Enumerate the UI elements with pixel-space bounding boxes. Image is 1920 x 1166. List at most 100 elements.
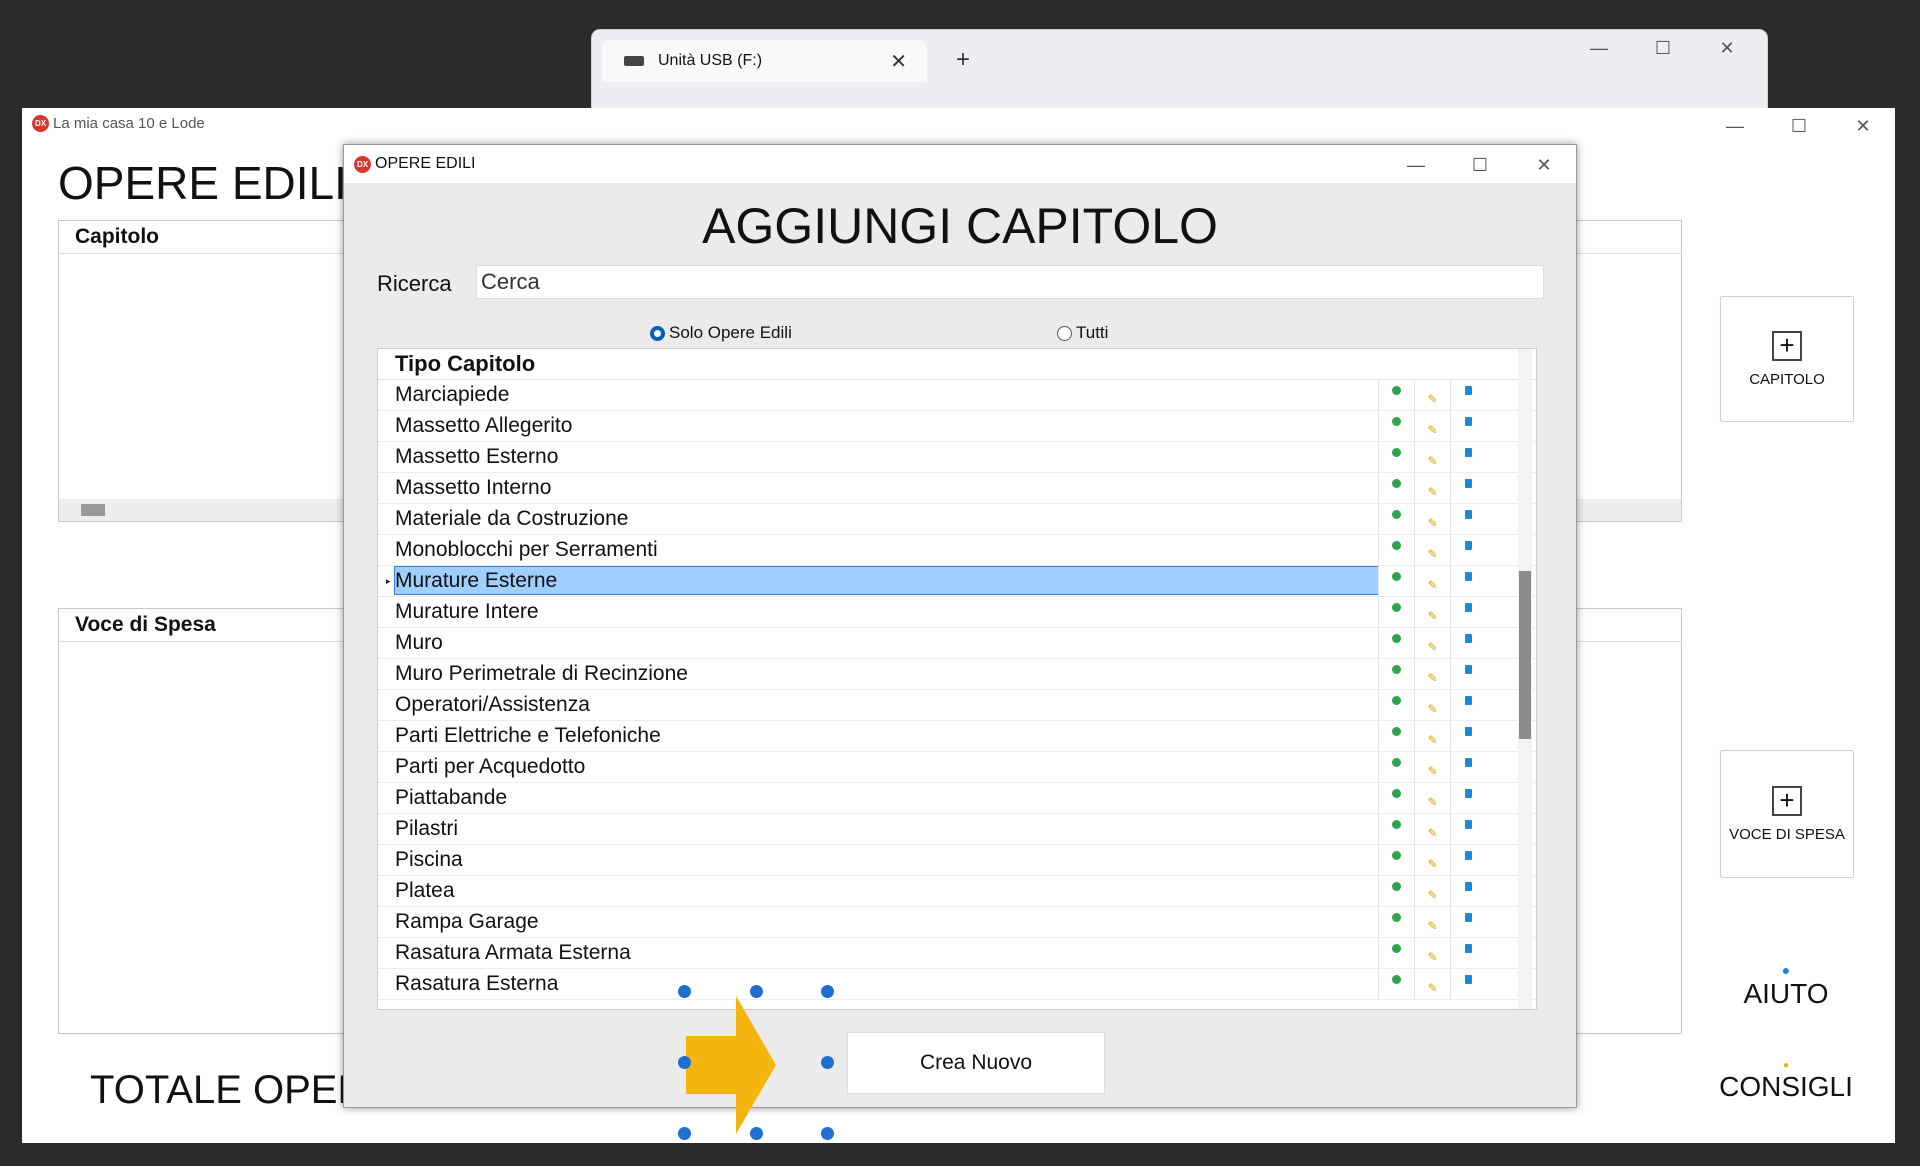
list-item[interactable]: Rasatura Armata Esterna ✎ — [378, 938, 1536, 969]
edit-icon[interactable]: ✎ — [1414, 566, 1450, 596]
list-item[interactable]: Operatori/Assistenza ✎ — [378, 690, 1536, 721]
close-tab-icon[interactable]: ✕ — [890, 49, 907, 74]
delete-icon[interactable] — [1450, 721, 1486, 751]
confirm-icon[interactable] — [1378, 411, 1414, 441]
list-item[interactable]: Marciapiede ✎ — [378, 380, 1536, 411]
confirm-icon[interactable] — [1378, 876, 1414, 906]
edit-icon[interactable]: ✎ — [1414, 969, 1450, 999]
confirm-icon[interactable] — [1378, 814, 1414, 844]
list-item[interactable]: Muro ✎ — [378, 628, 1536, 659]
edit-icon[interactable]: ✎ — [1414, 783, 1450, 813]
list-item[interactable]: Muro Perimetrale di Recinzione ✎ — [378, 659, 1536, 690]
search-input[interactable] — [476, 265, 1544, 299]
confirm-icon[interactable] — [1378, 566, 1414, 596]
edit-icon[interactable]: ✎ — [1414, 907, 1450, 937]
close-button[interactable]: ✕ — [1831, 108, 1895, 144]
tipo-capitolo-list[interactable]: Tipo Capitolo Marciapiede ✎ Massetto Alleg… — [377, 348, 1537, 1010]
add-capitolo-button[interactable]: + CAPITOLO — [1720, 296, 1854, 422]
edit-icon[interactable]: ✎ — [1414, 380, 1450, 410]
delete-icon[interactable] — [1450, 752, 1486, 782]
list-item[interactable]: Massetto Esterno ✎ — [378, 442, 1536, 473]
delete-icon[interactable] — [1450, 597, 1486, 627]
list-item[interactable]: Rampa Garage ✎ — [378, 907, 1536, 938]
edit-icon[interactable]: ✎ — [1414, 504, 1450, 534]
vertical-scrollbar[interactable] — [1518, 349, 1532, 1009]
maximize-button[interactable]: ☐ — [1631, 30, 1695, 66]
radio-tutti[interactable]: Tutti — [1057, 323, 1108, 343]
edit-icon[interactable]: ✎ — [1414, 876, 1450, 906]
confirm-icon[interactable] — [1378, 907, 1414, 937]
list-item[interactable]: Piscina ✎ — [378, 845, 1536, 876]
consigli-link[interactable]: ● CONSIGLI — [1706, 1060, 1866, 1103]
list-item[interactable]: Rasatura Esterna ✎ — [378, 969, 1536, 1000]
edit-icon[interactable]: ✎ — [1414, 411, 1450, 441]
confirm-icon[interactable] — [1378, 752, 1414, 782]
list-item[interactable]: Piattabande ✎ — [378, 783, 1536, 814]
delete-icon[interactable] — [1450, 473, 1486, 503]
edit-icon[interactable]: ✎ — [1414, 938, 1450, 968]
edit-icon[interactable]: ✎ — [1414, 814, 1450, 844]
minimize-button[interactable]: — — [1567, 30, 1631, 66]
list-item[interactable]: Parti Elettriche e Telefoniche ✎ — [378, 721, 1536, 752]
delete-icon[interactable] — [1450, 442, 1486, 472]
confirm-icon[interactable] — [1378, 690, 1414, 720]
confirm-icon[interactable] — [1378, 628, 1414, 658]
delete-icon[interactable] — [1450, 938, 1486, 968]
list-item[interactable]: Murature Intere ✎ — [378, 597, 1536, 628]
edit-icon[interactable]: ✎ — [1414, 752, 1450, 782]
list-item[interactable]: Massetto Interno ✎ — [378, 473, 1536, 504]
confirm-icon[interactable] — [1378, 938, 1414, 968]
delete-icon[interactable] — [1450, 504, 1486, 534]
list-item[interactable]: Parti per Acquedotto ✎ — [378, 752, 1536, 783]
delete-icon[interactable] — [1450, 535, 1486, 565]
delete-icon[interactable] — [1450, 411, 1486, 441]
edit-icon[interactable]: ✎ — [1414, 473, 1450, 503]
confirm-icon[interactable] — [1378, 845, 1414, 875]
edit-icon[interactable]: ✎ — [1414, 535, 1450, 565]
crea-nuovo-button[interactable]: Crea Nuovo — [847, 1032, 1105, 1094]
edit-icon[interactable]: ✎ — [1414, 597, 1450, 627]
delete-icon[interactable] — [1450, 628, 1486, 658]
delete-icon[interactable] — [1450, 907, 1486, 937]
list-item[interactable]: ▸ Murature Esterne ✎ — [378, 566, 1536, 597]
delete-icon[interactable] — [1450, 969, 1486, 999]
edit-icon[interactable]: ✎ — [1414, 659, 1450, 689]
add-voce-button[interactable]: + VOCE DI SPESA — [1720, 750, 1854, 878]
scrollbar-thumb[interactable] — [81, 504, 105, 516]
edit-icon[interactable]: ✎ — [1414, 442, 1450, 472]
delete-icon[interactable] — [1450, 876, 1486, 906]
delete-icon[interactable] — [1450, 659, 1486, 689]
maximize-button[interactable]: ☐ — [1448, 147, 1512, 183]
delete-icon[interactable] — [1450, 783, 1486, 813]
delete-icon[interactable] — [1450, 380, 1486, 410]
close-button[interactable]: ✕ — [1512, 147, 1576, 183]
list-item[interactable]: Materiale da Costruzione ✎ — [378, 504, 1536, 535]
confirm-icon[interactable] — [1378, 721, 1414, 751]
close-button[interactable]: ✕ — [1695, 30, 1759, 66]
confirm-icon[interactable] — [1378, 597, 1414, 627]
maximize-button[interactable]: ☐ — [1767, 108, 1831, 144]
edit-icon[interactable]: ✎ — [1414, 845, 1450, 875]
confirm-icon[interactable] — [1378, 535, 1414, 565]
minimize-button[interactable]: — — [1703, 108, 1767, 144]
confirm-icon[interactable] — [1378, 783, 1414, 813]
list-item[interactable]: Pilastri ✎ — [378, 814, 1536, 845]
edit-icon[interactable]: ✎ — [1414, 690, 1450, 720]
delete-icon[interactable] — [1450, 845, 1486, 875]
delete-icon[interactable] — [1450, 814, 1486, 844]
list-item[interactable]: Massetto Allegerito ✎ — [378, 411, 1536, 442]
delete-icon[interactable] — [1450, 566, 1486, 596]
list-item[interactable]: Platea ✎ — [378, 876, 1536, 907]
minimize-button[interactable]: — — [1384, 147, 1448, 183]
aiuto-link[interactable]: ● AIUTO — [1706, 962, 1866, 1010]
edit-icon[interactable]: ✎ — [1414, 628, 1450, 658]
scrollbar-thumb[interactable] — [1519, 571, 1531, 739]
confirm-icon[interactable] — [1378, 442, 1414, 472]
radio-solo-opere-edili[interactable]: Solo Opere Edili — [650, 323, 792, 343]
confirm-icon[interactable] — [1378, 969, 1414, 999]
delete-icon[interactable] — [1450, 690, 1486, 720]
list-item[interactable]: Monoblocchi per Serramenti ✎ — [378, 535, 1536, 566]
confirm-icon[interactable] — [1378, 504, 1414, 534]
confirm-icon[interactable] — [1378, 473, 1414, 503]
new-tab-button[interactable]: + — [956, 46, 970, 74]
